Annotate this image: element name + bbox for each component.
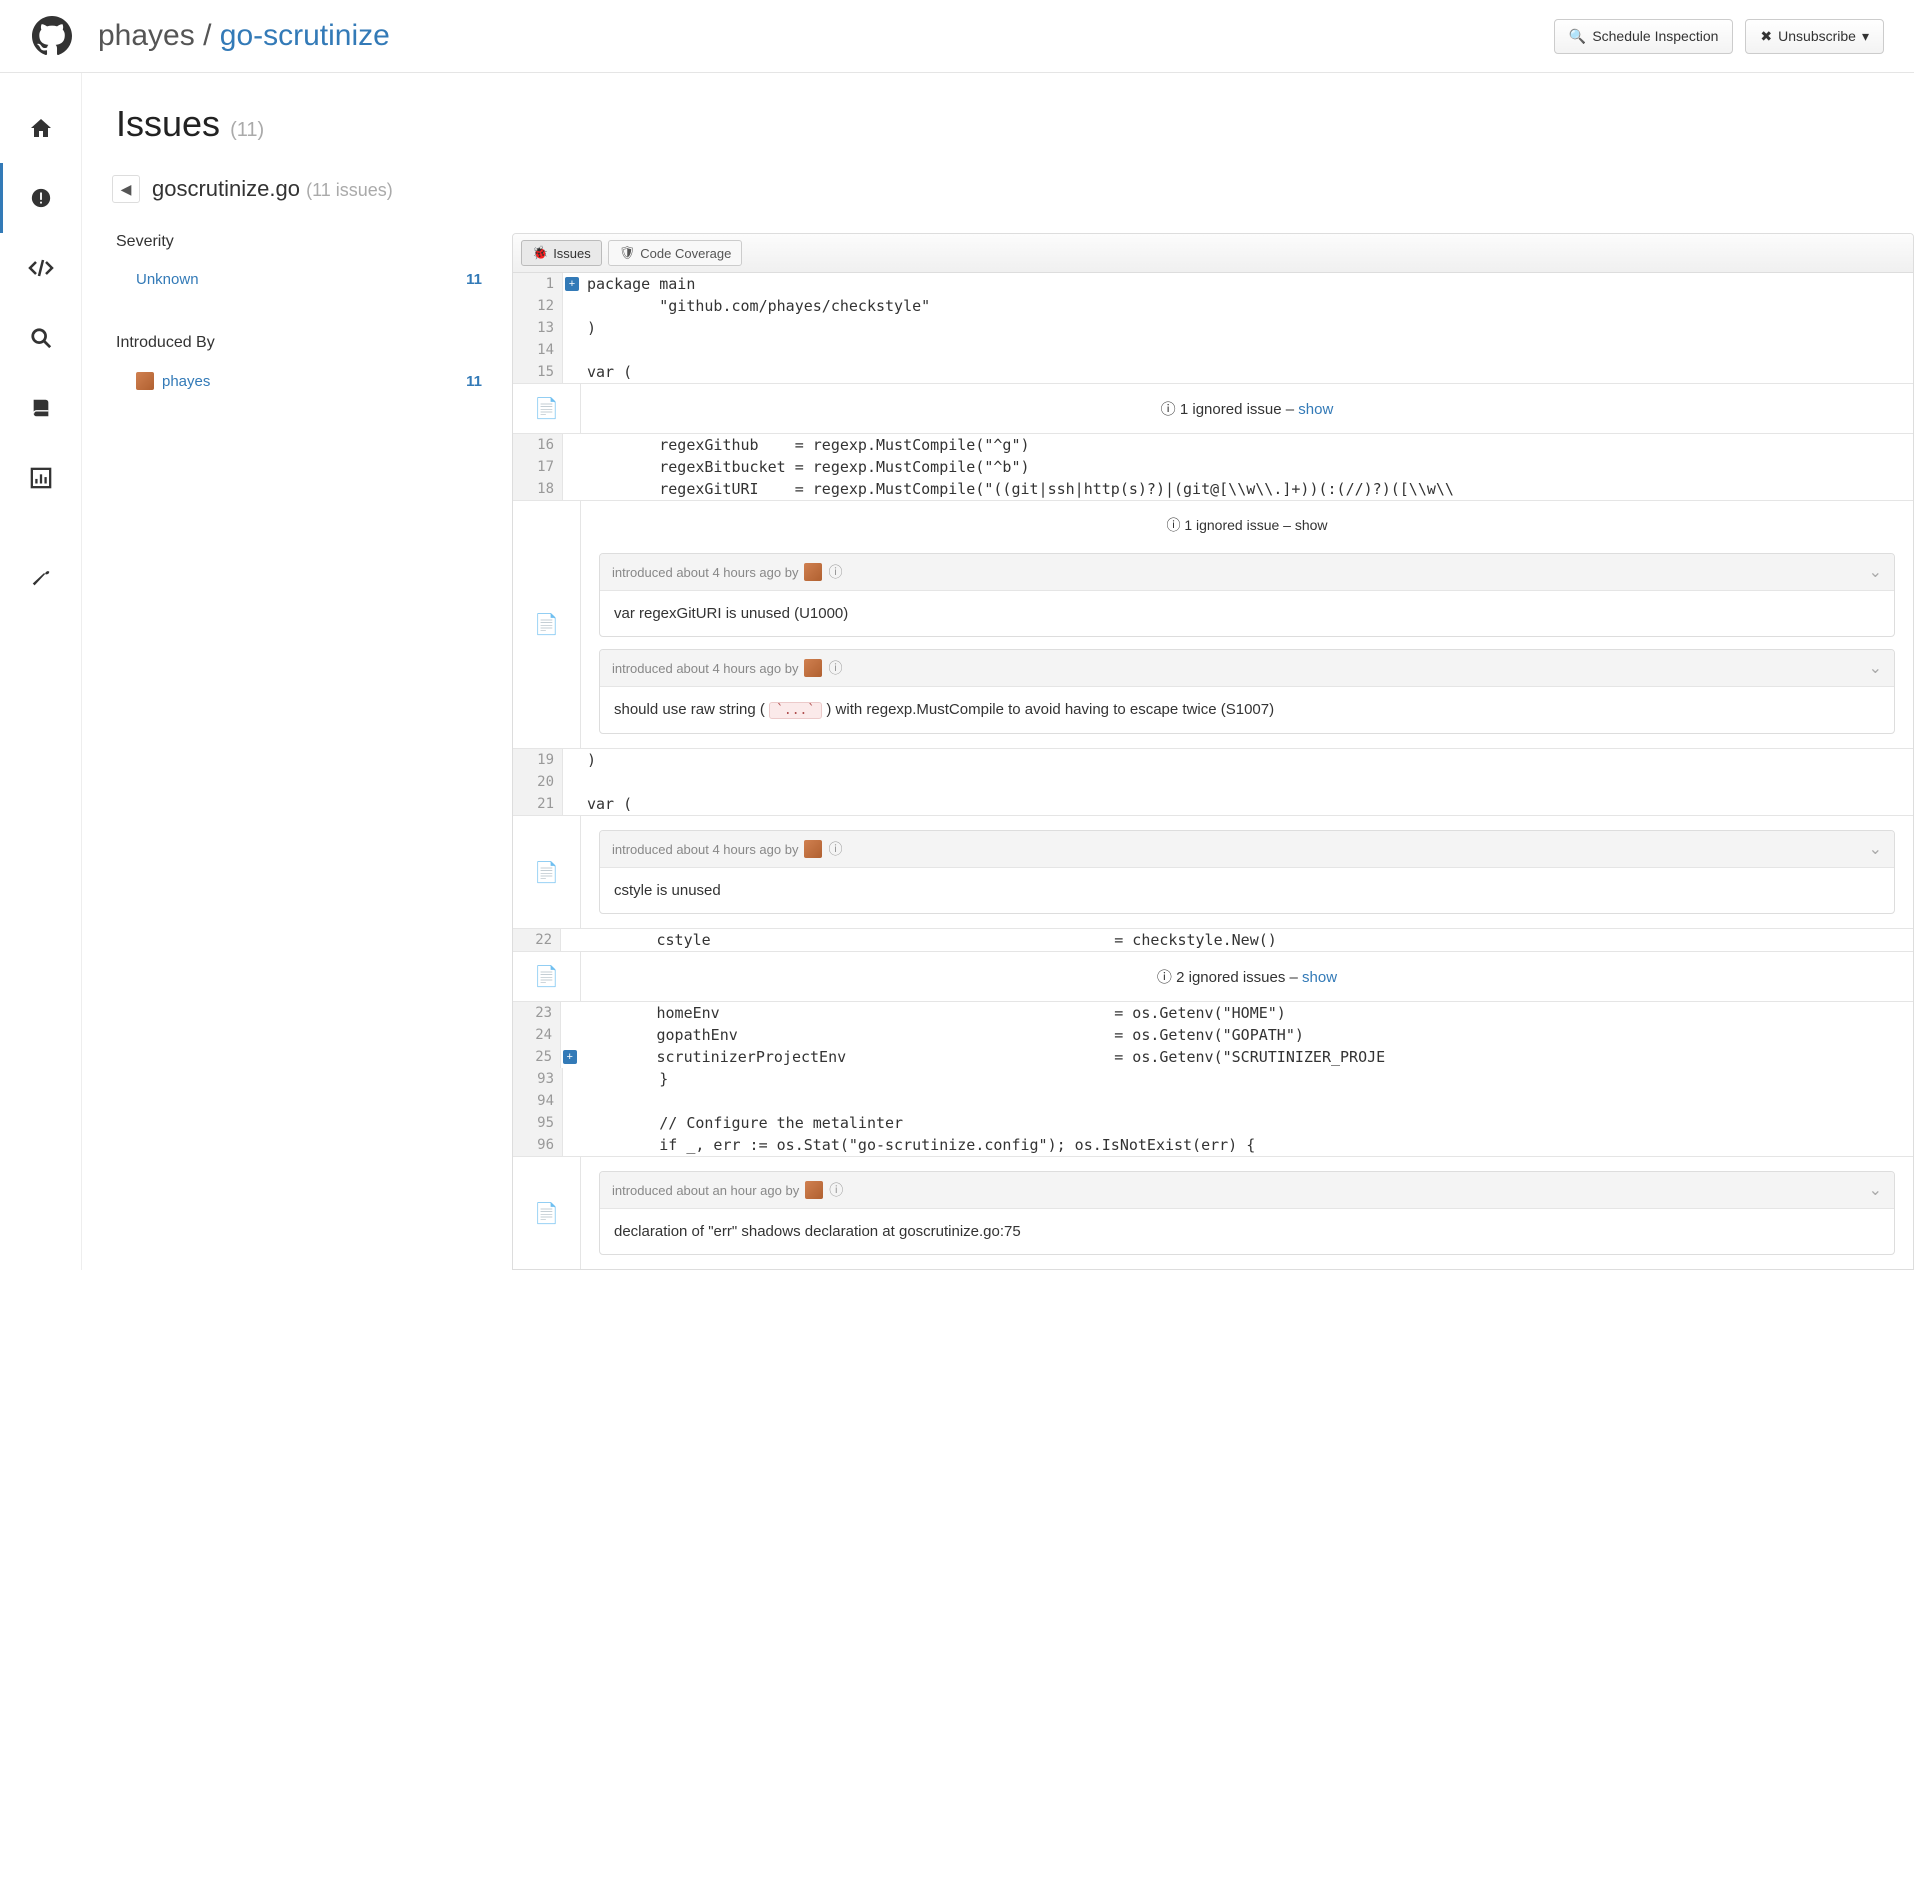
info-icon: ⓘ xyxy=(1166,517,1180,533)
caret-down-icon: ▾ xyxy=(1862,28,1869,45)
info-icon: ⓘ xyxy=(1161,401,1176,418)
issue-card: introduced about 4 hours ago by ⓘ ⌄ shou… xyxy=(599,649,1895,734)
issue-message: declaration of "err" shadows declaration… xyxy=(600,1209,1894,1254)
chevron-down-icon[interactable]: ⌄ xyxy=(1869,658,1882,678)
avatar xyxy=(804,840,822,858)
show-link[interactable]: show xyxy=(1298,401,1333,418)
chevron-down-icon[interactable]: ⌄ xyxy=(1869,839,1882,859)
nav-book[interactable] xyxy=(0,373,81,443)
issues-count: (11) xyxy=(230,119,264,141)
info-icon[interactable]: ⓘ xyxy=(828,658,842,678)
info-icon[interactable]: ⓘ xyxy=(829,1180,843,1200)
breadcrumb-owner[interactable]: phayes xyxy=(98,19,195,52)
github-icon xyxy=(30,14,74,58)
file-icon: 📄 xyxy=(534,396,559,421)
info-icon[interactable]: ⓘ xyxy=(828,839,842,859)
filters-panel: Severity Unknown 11 Introduced By phayes… xyxy=(82,233,512,396)
issue-message: cstyle is unused xyxy=(600,868,1894,913)
author-filter-phayes[interactable]: phayes 11 xyxy=(116,366,482,396)
code-block: 1+package main 12 "github.com/phayes/che… xyxy=(513,273,1913,383)
info-icon[interactable]: ⓘ xyxy=(828,562,842,582)
ignored-issue-bar: 📄 ⓘ 1 ignored issue – show xyxy=(513,383,1913,434)
issue-message: should use raw string ( `...` ) with reg… xyxy=(600,687,1894,733)
back-button[interactable]: ◀ xyxy=(112,175,140,203)
show-link[interactable]: show xyxy=(1302,969,1337,986)
nav-code[interactable] xyxy=(0,233,81,303)
show-link[interactable]: show xyxy=(1295,517,1328,533)
unsubscribe-button[interactable]: ✖ Unsubscribe ▾ xyxy=(1745,19,1884,54)
avatar xyxy=(136,372,154,390)
issue-card: introduced about 4 hours ago by ⓘ ⌄ var … xyxy=(599,553,1895,637)
nav-home[interactable] xyxy=(0,93,81,163)
file-issue-count: (11 issues) xyxy=(306,180,393,200)
tab-issues[interactable]: 🐞 Issues xyxy=(521,240,602,266)
bug-icon: 🐞 xyxy=(532,245,548,261)
expand-button[interactable]: + xyxy=(565,277,579,291)
info-icon: ⓘ xyxy=(1157,969,1172,986)
avatar xyxy=(804,659,822,677)
close-icon: ✖ xyxy=(1760,28,1772,45)
page-title: Issues (11) xyxy=(82,103,1914,175)
side-nav xyxy=(0,73,82,1270)
shield-icon: 🛡 xyxy=(619,245,636,261)
issue-section: 📄 introduced about 4 hours ago by ⓘ ⌄ cs… xyxy=(513,815,1913,929)
nav-settings[interactable] xyxy=(0,543,81,613)
chevron-down-icon[interactable]: ⌄ xyxy=(1869,562,1882,582)
file-icon: 📄 xyxy=(534,860,559,885)
avatar xyxy=(804,563,822,581)
issue-section: 📄 ⓘ 1 ignored issue – show introduced ab… xyxy=(513,500,1913,749)
file-icon: 📄 xyxy=(534,964,559,989)
search-plus-icon: 🔍 xyxy=(1569,28,1586,45)
nav-search[interactable] xyxy=(0,303,81,373)
file-name: goscrutinize.go (11 issues) xyxy=(152,176,393,202)
avatar xyxy=(805,1181,823,1199)
tab-bar: 🐞 Issues 🛡 Code Coverage xyxy=(513,234,1913,273)
breadcrumb: phayes / go-scrutinize xyxy=(98,19,390,53)
severity-heading: Severity xyxy=(116,233,482,251)
issue-section: 📄 introduced about an hour ago by ⓘ ⌄ de… xyxy=(513,1156,1913,1269)
file-icon: 📄 xyxy=(534,1201,559,1226)
expand-button[interactable]: + xyxy=(563,1050,577,1064)
severity-filter-unknown[interactable]: Unknown 11 xyxy=(116,265,482,294)
code-panel: 🐞 Issues 🛡 Code Coverage 1+package main … xyxy=(512,233,1914,1270)
nav-stats[interactable] xyxy=(0,443,81,513)
file-icon: 📄 xyxy=(534,612,559,637)
tab-coverage[interactable]: 🛡 Code Coverage xyxy=(608,240,743,266)
chevron-down-icon[interactable]: ⌄ xyxy=(1869,1180,1882,1200)
schedule-inspection-button[interactable]: 🔍 Schedule Inspection xyxy=(1554,19,1734,54)
issue-card: introduced about 4 hours ago by ⓘ ⌄ csty… xyxy=(599,830,1895,914)
top-bar: phayes / go-scrutinize 🔍 Schedule Inspec… xyxy=(0,0,1914,73)
introduced-by-heading: Introduced By xyxy=(116,334,482,352)
breadcrumb-repo[interactable]: go-scrutinize xyxy=(220,19,390,52)
issue-card: introduced about an hour ago by ⓘ ⌄ decl… xyxy=(599,1171,1895,1255)
ignored-issue-bar: 📄 ⓘ 2 ignored issues – show xyxy=(513,951,1913,1002)
issue-message: var regexGitURI is unused (U1000) xyxy=(600,591,1894,636)
nav-issues[interactable] xyxy=(0,163,81,233)
